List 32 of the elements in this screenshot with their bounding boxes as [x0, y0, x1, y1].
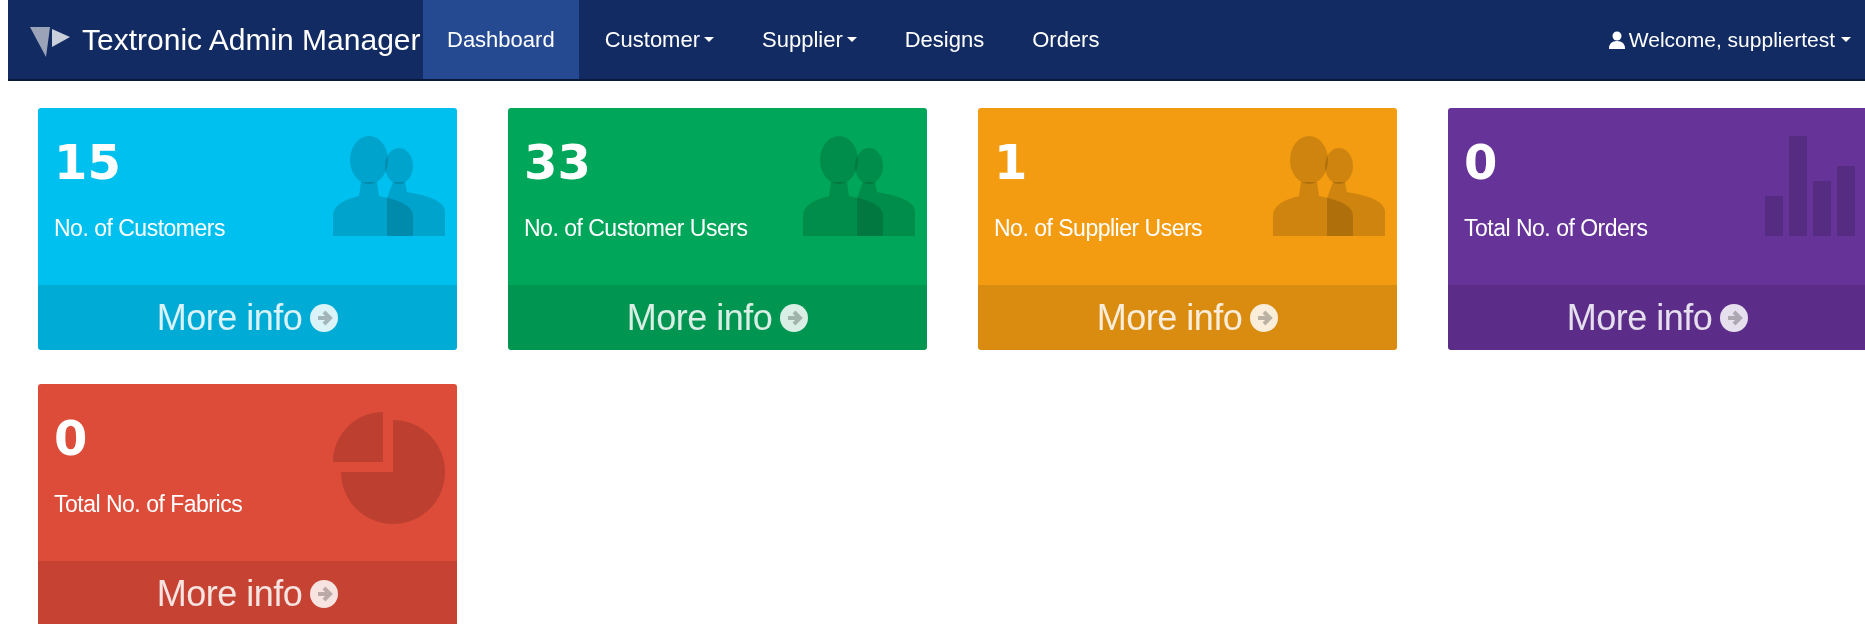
arrow-circle-icon: [1720, 303, 1749, 332]
stat-label: No. of Supplier Users: [994, 214, 1203, 242]
stat-label: Total No. of Fabrics: [54, 490, 243, 518]
arrow-circle-icon: [310, 303, 339, 332]
users-icon: [1273, 136, 1385, 236]
stat-label: No. of Customer Users: [524, 214, 748, 242]
stat-value: 0: [54, 412, 88, 465]
arrow-circle-icon: [1250, 303, 1279, 332]
stat-value: 1: [994, 136, 1028, 189]
user-menu[interactable]: Welcome, suppliertest: [1608, 0, 1865, 79]
caret-icon: [1841, 36, 1851, 43]
arrow-circle-icon: [310, 579, 339, 608]
stat-value: 33: [524, 136, 591, 189]
users-icon: [803, 136, 915, 236]
stat-value: 15: [54, 136, 121, 189]
nav-link[interactable]: Dashboard: [423, 0, 579, 79]
app-title[interactable]: Textronic Admin Manager: [82, 22, 421, 57]
nav-link[interactable]: Designs: [882, 0, 1007, 79]
more-info-link[interactable]: More info: [38, 561, 457, 624]
more-info-link[interactable]: More info: [1448, 285, 1865, 350]
users-icon: [333, 136, 445, 236]
stat-label: Total No. of Orders: [1464, 214, 1648, 242]
pie-chart-icon: [333, 412, 445, 524]
nav-link[interactable]: Customer: [582, 0, 736, 79]
stat-value: 0: [1464, 136, 1498, 189]
user-icon: [1608, 30, 1625, 49]
caret-icon: [846, 36, 857, 43]
nav-link[interactable]: Supplier: [740, 0, 879, 79]
stat-label: No. of Customers: [54, 214, 225, 242]
arrow-circle-icon: [780, 303, 809, 332]
caret-icon: [704, 36, 714, 43]
nav-link[interactable]: Orders: [1010, 0, 1122, 79]
